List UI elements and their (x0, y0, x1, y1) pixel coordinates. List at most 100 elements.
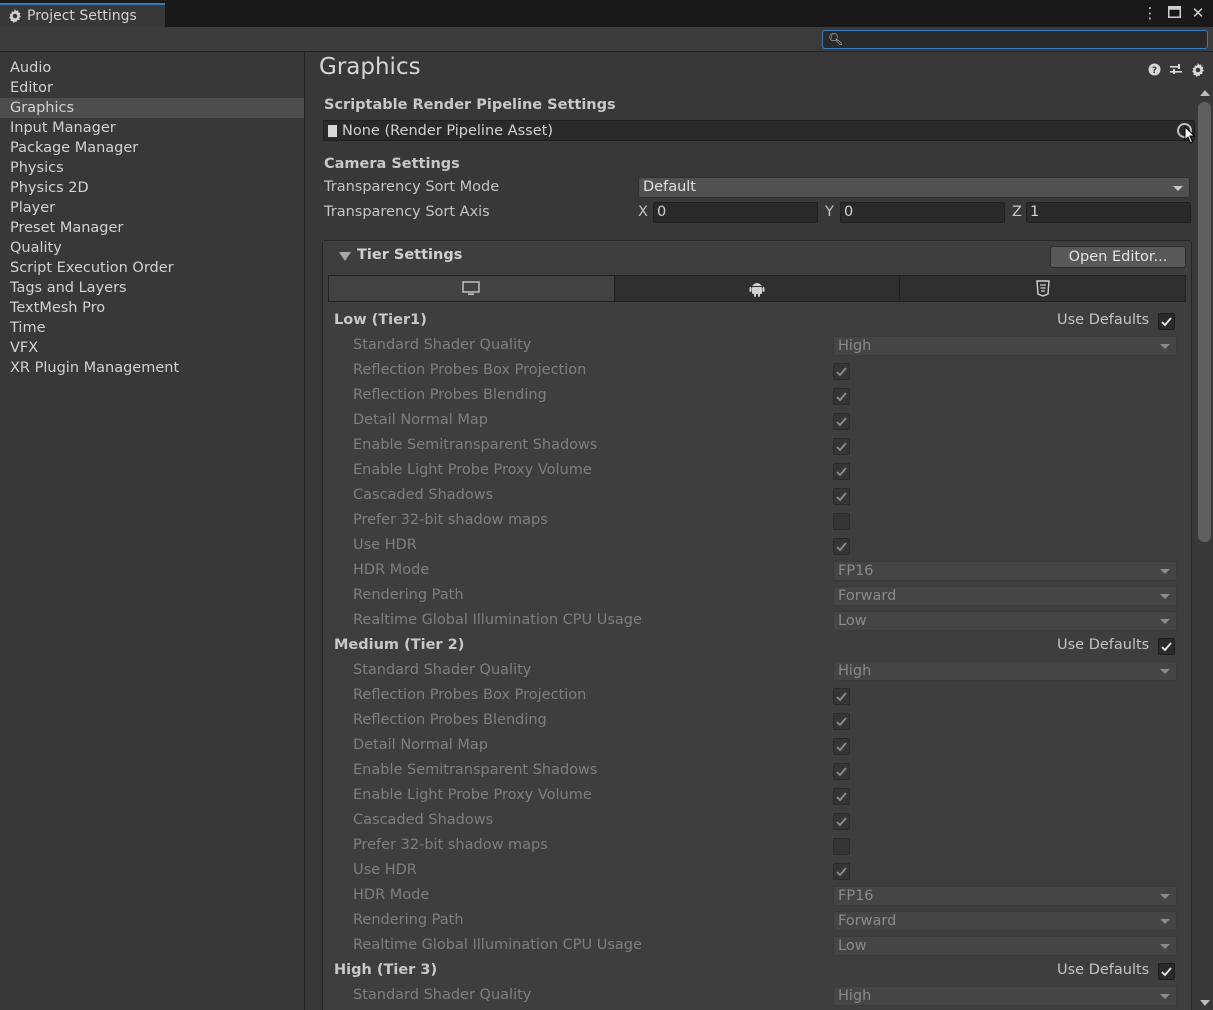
setting-checkbox[interactable] (833, 388, 850, 405)
setting-label: Reflection Probes Blending (353, 387, 547, 403)
setting-checkbox[interactable] (833, 363, 850, 380)
scroll-up-icon[interactable] (1200, 90, 1210, 96)
setting-label: Reflection Probes Box Projection (353, 362, 587, 378)
tab-webgl[interactable] (900, 276, 1186, 301)
setting-row: Reflection Probes Box Projection (323, 684, 1191, 709)
setting-dropdown[interactable]: High (833, 986, 1177, 1006)
setting-checkbox[interactable] (833, 838, 850, 855)
chevron-down-icon (1160, 944, 1170, 949)
setting-dropdown[interactable]: Forward (833, 911, 1177, 931)
sidebar-item-vfx[interactable]: VFX (0, 338, 304, 358)
use-defaults-checkbox[interactable] (1158, 963, 1175, 980)
axis-x-field[interactable]: 0 (653, 202, 818, 223)
sidebar-item-preset-manager[interactable]: Preset Manager (0, 218, 304, 238)
sidebar-item-xr-plugin-management[interactable]: XR Plugin Management (0, 358, 304, 378)
setting-dropdown[interactable]: FP16 (833, 886, 1177, 906)
use-defaults-label: Use Defaults (1057, 637, 1150, 653)
axis-z-field[interactable]: 1 (1026, 202, 1191, 223)
tier-header-row: Low (Tier1) Use Defaults (323, 309, 1191, 334)
setting-label: Realtime Global Illumination CPU Usage (353, 612, 642, 628)
setting-dropdown-value: FP16 (838, 888, 874, 904)
setting-checkbox[interactable] (833, 463, 850, 480)
preset-icon[interactable] (1169, 63, 1183, 81)
sidebar-item-graphics[interactable]: Graphics (0, 98, 304, 118)
sidebar-item-physics[interactable]: Physics (0, 158, 304, 178)
sidebar-item-time[interactable]: Time (0, 318, 304, 338)
sidebar-item-tags-and-layers[interactable]: Tags and Layers (0, 278, 304, 298)
setting-label: Standard Shader Quality (353, 662, 532, 678)
desktop-icon (462, 281, 481, 295)
setting-label: Enable Semitransparent Shadows (353, 762, 598, 778)
setting-dropdown-value: High (838, 663, 872, 679)
sidebar-item-audio[interactable]: Audio (0, 58, 304, 78)
setting-checkbox[interactable] (833, 413, 850, 430)
sidebar: Audio Editor Graphics Input Manager Package … (0, 52, 305, 1010)
setting-dropdown[interactable]: High (833, 336, 1177, 356)
scroll-down-icon[interactable] (1200, 1000, 1210, 1006)
tab-desktop[interactable] (329, 276, 615, 301)
setting-checkbox[interactable] (833, 763, 850, 780)
setting-row: Prefer 32-bit shadow maps (323, 834, 1191, 859)
use-defaults-label: Use Defaults (1057, 312, 1150, 328)
setting-label: Enable Semitransparent Shadows (353, 437, 598, 453)
setting-dropdown[interactable]: High (833, 661, 1177, 681)
axis-z-label: Z (1012, 204, 1022, 220)
setting-dropdown[interactable]: FP16 (833, 561, 1177, 581)
setting-checkbox[interactable] (833, 438, 850, 455)
tier-settings-header[interactable]: Tier Settings Open Editor... (323, 241, 1191, 272)
help-icon[interactable]: ? (1148, 63, 1161, 81)
setting-row: Detail Normal Map (323, 409, 1191, 434)
sidebar-item-player[interactable]: Player (0, 198, 304, 218)
header-icons: ? (1148, 63, 1205, 81)
use-defaults-checkbox[interactable] (1158, 638, 1175, 655)
axis-y-field[interactable]: 0 (840, 202, 1005, 223)
setting-dropdown[interactable]: Forward (833, 586, 1177, 606)
kebab-menu-icon[interactable]: ⋮ (1141, 4, 1159, 22)
chevron-down-icon (1160, 344, 1170, 349)
setting-checkbox[interactable] (833, 688, 850, 705)
setting-checkbox[interactable] (833, 488, 850, 505)
setting-checkbox[interactable] (833, 513, 850, 530)
setting-label: Cascaded Shadows (353, 812, 494, 828)
setting-dropdown[interactable]: Low (833, 936, 1177, 956)
use-defaults-label: Use Defaults (1057, 962, 1150, 978)
sort-mode-dropdown[interactable]: Default (638, 177, 1190, 198)
setting-dropdown-value: Forward (838, 913, 897, 929)
setting-checkbox[interactable] (833, 863, 850, 880)
tab-android[interactable] (614, 276, 901, 301)
vertical-scrollbar[interactable] (1196, 88, 1213, 1010)
setting-row: Standard Shader Quality High (323, 334, 1191, 359)
foldout-arrow-icon[interactable] (339, 252, 351, 261)
setting-checkbox[interactable] (833, 713, 850, 730)
maximize-icon[interactable] (1165, 4, 1183, 22)
sidebar-item-editor[interactable]: Editor (0, 78, 304, 98)
setting-checkbox[interactable] (833, 788, 850, 805)
tier-rows: Low (Tier1) Use Defaults Standard Shader Q… (323, 309, 1191, 1009)
setting-dropdown-value: Forward (838, 588, 897, 604)
title-bar: Project Settings ⋮ ✕ (0, 0, 1213, 27)
setting-checkbox[interactable] (833, 813, 850, 830)
setting-row: Standard Shader Quality High (323, 659, 1191, 684)
scrollbar-thumb[interactable] (1198, 102, 1211, 542)
window-tab[interactable]: Project Settings (0, 3, 165, 27)
chevron-down-icon (1160, 569, 1170, 574)
render-pipeline-asset-field[interactable]: None (Render Pipeline Asset) (323, 120, 1195, 141)
close-icon[interactable]: ✕ (1189, 4, 1207, 22)
setting-dropdown[interactable]: Low (833, 611, 1177, 631)
sidebar-item-quality[interactable]: Quality (0, 238, 304, 258)
search-input[interactable]: 🔍︎ (822, 30, 1208, 49)
sidebar-item-package-manager[interactable]: Package Manager (0, 138, 304, 158)
sort-mode-value: Default (643, 179, 696, 195)
sidebar-item-physics-2d[interactable]: Physics 2D (0, 178, 304, 198)
tier-title: Low (Tier1) (334, 312, 427, 328)
settings-gear-icon[interactable] (1191, 63, 1205, 81)
android-icon (749, 283, 765, 297)
setting-checkbox[interactable] (833, 738, 850, 755)
setting-checkbox[interactable] (833, 538, 850, 555)
open-editor-button[interactable]: Open Editor... (1050, 246, 1186, 268)
sidebar-item-script-execution-order[interactable]: Script Execution Order (0, 258, 304, 278)
sidebar-item-input-manager[interactable]: Input Manager (0, 118, 304, 138)
sidebar-item-textmesh-pro[interactable]: TextMesh Pro (0, 298, 304, 318)
use-defaults-checkbox[interactable] (1158, 313, 1175, 330)
tier-title: High (Tier 3) (334, 962, 438, 978)
